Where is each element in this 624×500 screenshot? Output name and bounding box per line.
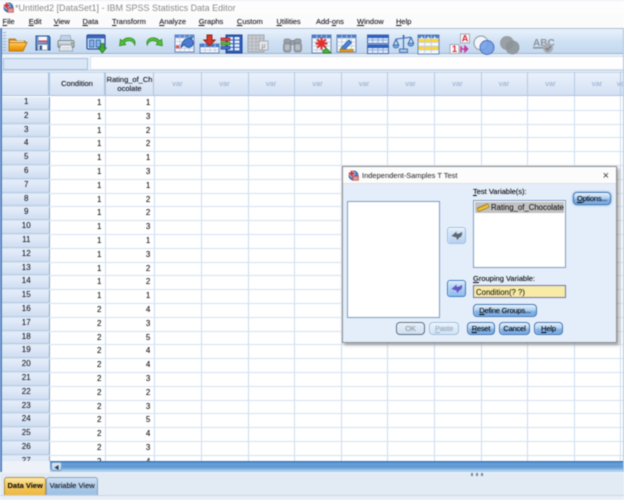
- svg-text:μ: μ: [261, 41, 266, 50]
- svg-text:A: A: [462, 34, 469, 44]
- svg-text:1: 1: [452, 44, 457, 54]
